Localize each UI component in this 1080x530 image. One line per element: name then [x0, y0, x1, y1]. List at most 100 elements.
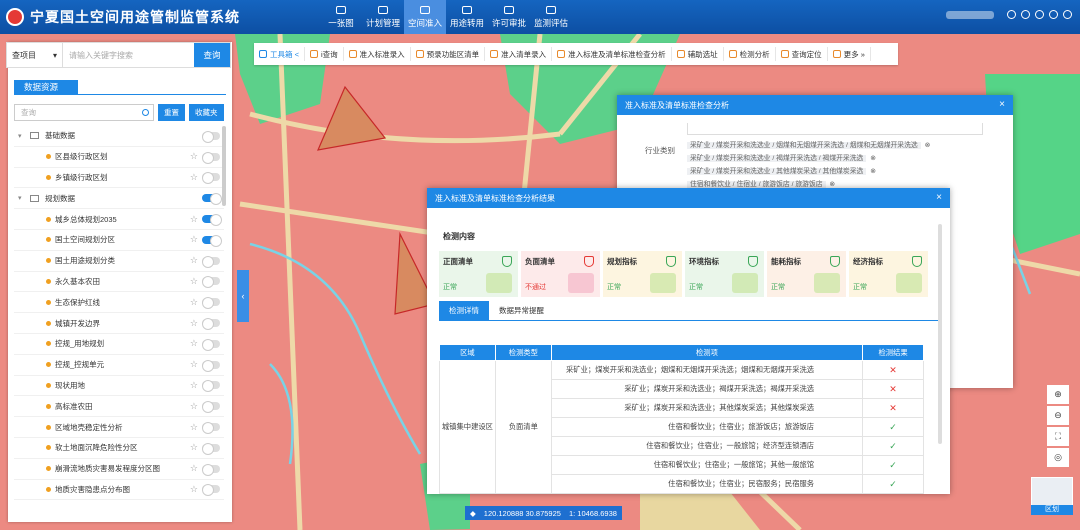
star-icon[interactable]: ☆ — [190, 463, 198, 474]
toolbar-item[interactable]: i查询 — [305, 47, 344, 61]
tree-item[interactable]: 控规_控规单元 ☆ — [14, 355, 224, 376]
industry-tags[interactable]: 采矿业 / 煤炭开采和洗选业 / 烟煤和无烟煤开采洗选 / 烟煤和无烟煤开采洗选… — [687, 139, 983, 191]
caret-icon[interactable]: ▾ — [18, 194, 26, 202]
star-icon[interactable]: ☆ — [190, 297, 198, 308]
layer-toggle[interactable] — [202, 297, 220, 310]
zoom-out-icon[interactable]: ⊖ — [1047, 406, 1069, 425]
layer-toggle[interactable] — [202, 422, 220, 435]
search-type-select[interactable]: 查项目 ▾ — [7, 43, 63, 67]
reset-button[interactable]: 重置 — [158, 104, 185, 121]
favorites-button[interactable]: 收藏夹 — [189, 104, 224, 121]
tree-item[interactable]: 国土用途规划分类 ☆ — [14, 251, 224, 272]
star-icon[interactable]: ☆ — [190, 380, 198, 391]
star-icon[interactable]: ☆ — [190, 151, 198, 162]
nav-item[interactable]: 监测评估 — [530, 0, 572, 34]
form-field[interactable] — [687, 123, 983, 135]
user-icon[interactable] — [1021, 10, 1030, 19]
tag-close-icon[interactable]: ⊗ — [923, 142, 931, 149]
layer-toggle[interactable] — [202, 338, 220, 351]
industry-tag[interactable]: 采矿业 / 煤炭开采和洗选业 / 褐煤开采洗选 / 褐煤开采洗选 ⊗ — [687, 152, 983, 165]
layer-toggle[interactable] — [202, 359, 220, 372]
toolbar-item[interactable]: 预录功能区清单 — [411, 47, 486, 61]
tree-item[interactable]: 区域地壳稳定性分析 ☆ — [14, 417, 224, 438]
nav-item[interactable]: 用途转用 — [446, 0, 488, 34]
toolbar-item[interactable]: 辅助选址 — [672, 47, 724, 61]
nav-item[interactable]: 一张图 — [320, 0, 362, 34]
result-tab[interactable]: 数据异常提醒 — [489, 301, 554, 320]
star-icon[interactable]: ☆ — [190, 276, 198, 287]
result-tab[interactable]: 检测详情 — [439, 301, 489, 320]
toolbar-item[interactable]: 准入标准录入 — [344, 47, 411, 61]
nav-item[interactable]: 许可审批 — [488, 0, 530, 34]
star-icon[interactable]: ☆ — [190, 422, 198, 433]
star-icon[interactable]: ☆ — [190, 484, 198, 495]
toolbar-item[interactable]: 检测分析 — [724, 47, 776, 61]
close-icon[interactable]: × — [999, 99, 1005, 110]
check-card[interactable]: 负面清单 不通过 — [521, 251, 600, 297]
layer-toggle[interactable] — [202, 401, 220, 414]
search-button[interactable]: 查询 — [194, 43, 230, 67]
check-card[interactable]: 能耗指标 正常 — [767, 251, 846, 297]
layer-toggle[interactable] — [202, 130, 220, 143]
star-icon[interactable]: ☆ — [190, 172, 198, 183]
fullscreen-icon[interactable]: ⛶ — [1047, 427, 1069, 446]
layer-toggle[interactable] — [202, 234, 222, 247]
caret-icon[interactable]: ▾ — [18, 132, 26, 140]
layer-toggle[interactable] — [202, 276, 220, 289]
tree-item[interactable]: 国土空间规划分区 ☆ — [14, 230, 224, 251]
star-icon[interactable]: ☆ — [190, 255, 198, 266]
panel-collapse-button[interactable]: ‹ — [237, 270, 249, 322]
help-icon[interactable] — [1049, 10, 1058, 19]
layer-toggle[interactable] — [202, 463, 220, 476]
gear-icon[interactable] — [1035, 10, 1044, 19]
close-icon[interactable]: × — [936, 192, 942, 203]
star-icon[interactable]: ☆ — [190, 401, 198, 412]
tree-item[interactable]: 软土地面沉降危险性分区 ☆ — [14, 438, 224, 459]
star-icon[interactable]: ☆ — [190, 234, 198, 245]
tree-item[interactable]: 控规_用地规划 ☆ — [14, 334, 224, 355]
nav-item[interactable]: 空间准入 — [404, 0, 446, 34]
tag-close-icon[interactable]: ⊗ — [868, 155, 876, 162]
tag-close-icon[interactable]: ⊗ — [828, 181, 835, 188]
tree-item[interactable]: 城镇开发边界 ☆ — [14, 313, 224, 334]
toolbar-item[interactable]: 更多 » — [828, 47, 871, 61]
tree-item[interactable]: 高标准农田 ☆ — [14, 396, 224, 418]
check-card[interactable]: 环境指标 正常 — [685, 251, 764, 297]
home-icon[interactable] — [1007, 10, 1016, 19]
layer-search-input[interactable]: 查询 — [14, 104, 154, 121]
search-input[interactable]: 请输入关键字搜索 — [63, 43, 194, 67]
nav-item[interactable]: 计划管理 — [362, 0, 404, 34]
layer-toggle[interactable] — [202, 380, 220, 393]
tree-item[interactable]: 区县级行政区划 ☆ — [14, 147, 224, 168]
layer-toggle[interactable] — [202, 193, 222, 206]
zoom-in-icon[interactable]: ⊕ — [1047, 385, 1069, 404]
check-card[interactable]: 规划指标 正常 — [603, 251, 682, 297]
locate-icon[interactable]: ◎ — [1047, 448, 1069, 467]
tree-item[interactable]: 生态保护红线 ☆ — [14, 292, 224, 314]
toolbar-item[interactable]: 准入清单录入 — [485, 47, 553, 61]
layer-toggle[interactable] — [202, 255, 220, 268]
layer-toggle[interactable] — [202, 442, 220, 455]
tree-item[interactable]: 城乡总体规划2035 ☆ — [14, 209, 224, 230]
tree-item[interactable]: ▾ 基础数据 — [14, 126, 224, 147]
power-icon[interactable] — [1063, 10, 1072, 19]
check-card[interactable]: 经济指标 正常 — [849, 251, 928, 297]
star-icon[interactable]: ☆ — [190, 442, 198, 453]
search-icon[interactable] — [142, 109, 149, 116]
star-icon[interactable]: ☆ — [190, 359, 198, 370]
tree-item[interactable]: 永久基本农田 ☆ — [14, 272, 224, 293]
dialog-scrollbar[interactable] — [938, 224, 942, 444]
toolbar-item[interactable]: 查询定位 — [776, 47, 828, 61]
industry-tag[interactable]: 采矿业 / 煤炭开采和洗选业 / 其他煤炭采选 / 其他煤炭采选 ⊗ — [687, 165, 983, 178]
tag-close-icon[interactable]: ⊗ — [868, 168, 876, 175]
star-icon[interactable]: ☆ — [190, 338, 198, 349]
layer-toggle[interactable] — [202, 151, 220, 164]
tree-item[interactable]: 地质灾害隐患点分布图 ☆ — [14, 480, 224, 501]
toolbar-item[interactable]: 工具箱 < — [254, 47, 305, 61]
layer-toggle[interactable] — [202, 484, 220, 497]
tree-item[interactable]: 崩滑流地质灾害易发程度分区图 ☆ — [14, 459, 224, 480]
tree-item[interactable]: 现状用地 ☆ — [14, 376, 224, 397]
toolbar-item[interactable]: 准入标准及清单标准检查分析 — [552, 47, 672, 61]
industry-tag[interactable]: 采矿业 / 煤炭开采和洗选业 / 烟煤和无烟煤开采洗选 / 烟煤和无烟煤开采洗选… — [687, 139, 983, 152]
layer-toggle[interactable] — [202, 318, 220, 331]
